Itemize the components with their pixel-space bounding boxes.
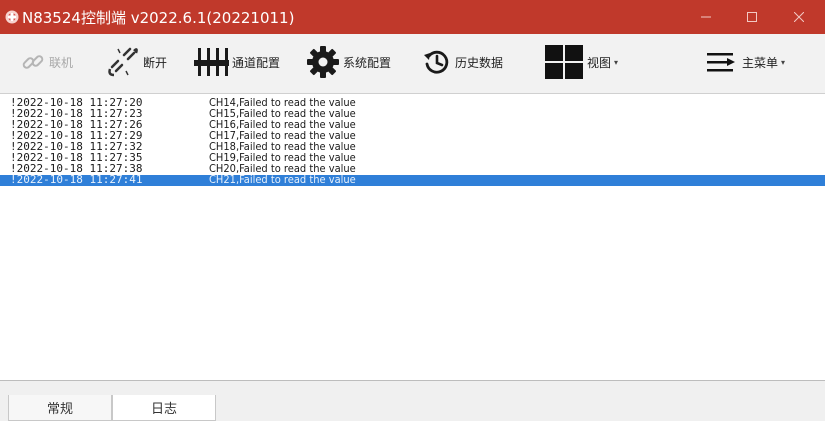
main-menu-button[interactable]: 主菜单 ▾ <box>705 44 785 80</box>
log-list[interactable]: !2022-10-18 11:27:20 CH14,Failed to read… <box>0 95 825 381</box>
broken-link-icon <box>108 47 138 77</box>
title-bar[interactable]: N83524控制端 v2022.6.1(20221011) <box>0 0 825 34</box>
connect-label: 联机 <box>49 55 74 70</box>
gear-icon <box>307 46 339 78</box>
tab-log[interactable]: 日志 <box>112 395 216 421</box>
log-row-selected[interactable]: !2022-10-18 11:27:41 CH21,Failed to read… <box>0 173 825 186</box>
grid-view-icon <box>545 45 583 79</box>
main-menu-label: 主菜单 <box>742 55 779 70</box>
view-label: 视图 <box>587 55 612 70</box>
bottom-tab-bar: 常规 日志 <box>0 381 825 421</box>
link-icon <box>22 55 44 69</box>
close-button[interactable] <box>776 0 822 34</box>
maximize-icon <box>747 12 757 22</box>
minimize-button[interactable] <box>683 0 729 34</box>
view-dropdown-caret-icon: ▾ <box>614 57 619 67</box>
menu-icon <box>707 53 735 72</box>
channel-config-label: 通道配置 <box>232 55 281 70</box>
maximize-button[interactable] <box>729 0 775 34</box>
app-icon <box>5 10 19 24</box>
history-icon <box>424 50 449 74</box>
disconnect-button[interactable]: 断开 <box>106 44 167 80</box>
history-data-button[interactable]: 历史数据 <box>422 44 503 80</box>
minimize-icon <box>701 16 711 18</box>
system-config-label: 系统配置 <box>343 55 392 70</box>
log-time: !2022-10-18 11:27:41 <box>10 173 143 186</box>
disconnect-label: 断开 <box>143 55 168 70</box>
toolbar: 联机 断开 通道配置 系统配置 历史数据 视图 ▾ 主菜单 ▾ <box>0 34 825 94</box>
close-icon <box>794 12 804 22</box>
system-config-button[interactable]: 系统配置 <box>306 44 391 80</box>
tab-general[interactable]: 常规 <box>8 395 112 421</box>
sliders-icon <box>194 48 229 76</box>
main-menu-dropdown-caret-icon: ▾ <box>781 57 786 67</box>
log-message: CH21,Failed to read the value <box>209 173 356 186</box>
window-title: N83524控制端 v2022.6.1(20221011) <box>22 9 295 27</box>
connect-button[interactable]: 联机 <box>20 44 73 80</box>
view-menu-button[interactable]: 视图 ▾ <box>544 44 618 80</box>
history-data-label: 历史数据 <box>455 55 504 70</box>
channel-config-button[interactable]: 通道配置 <box>193 44 280 80</box>
